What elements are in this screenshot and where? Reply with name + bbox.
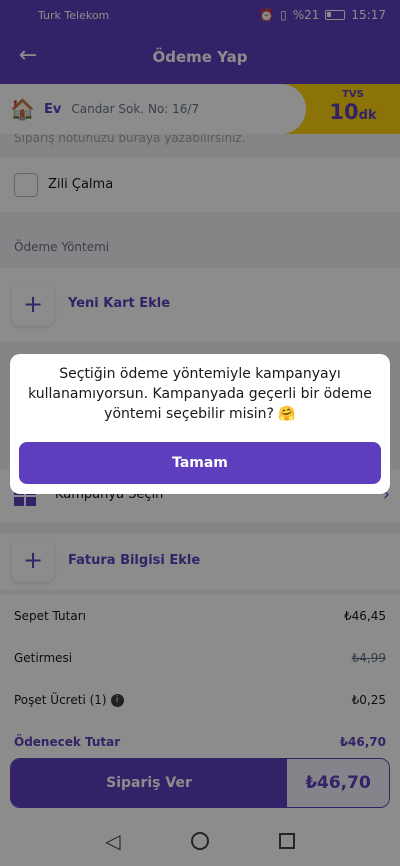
ok-button[interactable]: Tamam — [19, 442, 381, 484]
dialog-message: Seçtiğin ödeme yöntemiyle kampanyayı kul… — [28, 366, 372, 422]
campaign-payment-dialog: Seçtiğin ödeme yöntemiyle kampanyayı kul… — [10, 354, 390, 494]
